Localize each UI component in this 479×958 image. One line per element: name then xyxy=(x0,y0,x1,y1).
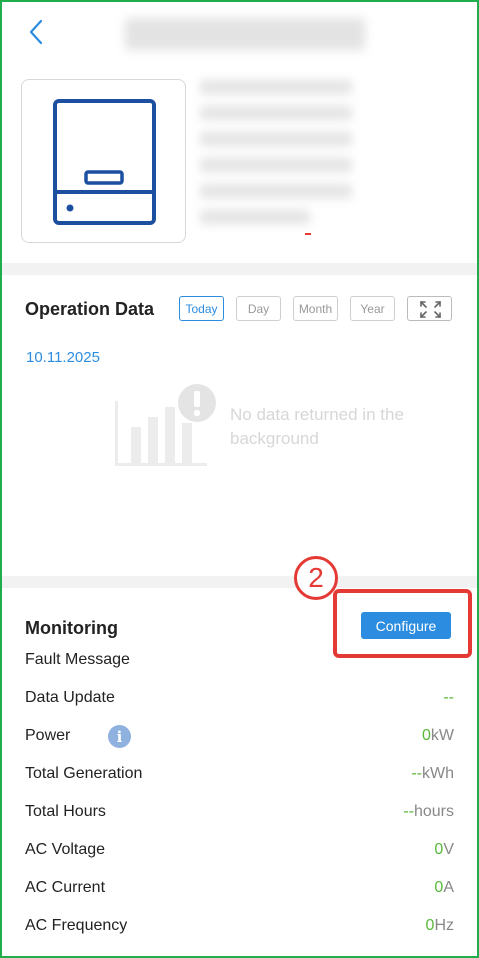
value-number: 0 xyxy=(421,727,431,744)
no-data-message: No data returned in the background xyxy=(230,405,404,448)
value-unit: V xyxy=(443,841,454,858)
fullscreen-button[interactable] xyxy=(407,296,452,321)
expand-icon xyxy=(420,301,441,318)
range-day-button[interactable]: Day xyxy=(236,296,281,321)
row-label-ac-voltage: AC Voltage xyxy=(25,841,106,858)
range-month-button[interactable]: Month xyxy=(293,296,338,321)
inverter-icon xyxy=(53,99,156,225)
row-label-total-hours: Total Hours xyxy=(25,803,106,820)
row-label-ac-current: AC Current xyxy=(25,879,106,896)
row-label-fault-message: Fault Message xyxy=(25,651,130,668)
row-value-ac-frequency: 0Hz xyxy=(426,917,454,935)
device-image-card xyxy=(21,79,186,243)
no-data-chart-icon xyxy=(115,384,216,466)
range-year-button[interactable]: Year xyxy=(350,296,395,321)
row-value-power: 0kW xyxy=(422,727,454,745)
row-value-ac-voltage: 0V xyxy=(434,841,454,859)
device-title-redacted xyxy=(125,18,365,50)
value-unit: kW xyxy=(430,727,454,744)
value-unit: Hz xyxy=(434,917,454,934)
device-info-redacted-1 xyxy=(200,80,352,94)
row-label-total-generation: Total Generation xyxy=(25,765,143,782)
chevron-left-icon[interactable] xyxy=(26,18,48,46)
annotation-highlight-box xyxy=(333,589,472,658)
device-info-redacted-4 xyxy=(200,158,352,172)
device-info-redacted-5 xyxy=(200,184,352,198)
annotation-step-number: 2 xyxy=(294,556,338,600)
section-divider xyxy=(2,576,477,588)
value-unit: A xyxy=(443,879,454,896)
row-label-data-update: Data Update xyxy=(25,689,115,706)
value-number: -- xyxy=(443,689,454,706)
row-value-data-update: -- xyxy=(443,689,454,707)
value-number: -- xyxy=(403,803,414,820)
monitoring-title: Monitoring xyxy=(25,618,118,638)
selected-date[interactable]: 10.11.2025 xyxy=(26,349,100,366)
value-number: -- xyxy=(411,765,422,782)
device-info-redacted-6 xyxy=(200,210,310,224)
row-value-total-hours: --hours xyxy=(403,803,454,821)
status-marker xyxy=(305,233,311,235)
row-value-total-generation: --kWh xyxy=(411,765,454,783)
device-info-redacted-3 xyxy=(200,132,352,146)
range-today-button[interactable]: Today xyxy=(179,296,224,321)
value-unit: hours xyxy=(413,803,454,820)
section-divider xyxy=(2,263,477,275)
value-number: 0 xyxy=(434,879,444,896)
row-label-power: Power xyxy=(25,727,71,744)
value-unit: kWh xyxy=(422,765,454,782)
operation-data-title: Operation Data xyxy=(25,299,155,319)
device-info-redacted-2 xyxy=(200,106,352,120)
row-value-ac-current: 0A xyxy=(434,879,454,897)
row-label-ac-frequency: AC Frequency xyxy=(25,917,128,934)
info-icon[interactable]: i xyxy=(108,725,131,748)
value-number: 0 xyxy=(434,841,444,858)
